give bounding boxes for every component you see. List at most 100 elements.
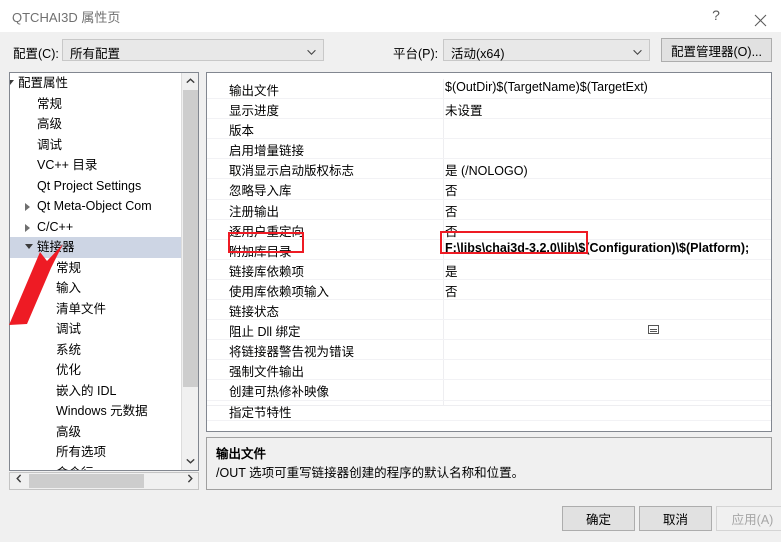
tree-horizontal-scroll-thumb[interactable] bbox=[29, 474, 144, 488]
tree-item[interactable]: 命令行 bbox=[10, 463, 198, 471]
property-name: 链接状态 bbox=[229, 305, 280, 320]
tree-item[interactable]: 优化 bbox=[10, 360, 198, 381]
tree-item-list: 配置属性 常规 高级 调试 VC++ 目录 Qt Project Settings Qt M… bbox=[10, 73, 198, 471]
tree-item[interactable]: 调试 bbox=[10, 319, 198, 340]
tree-item[interactable]: 嵌入的 IDL bbox=[10, 381, 198, 402]
tree-item[interactable]: 配置属性 bbox=[10, 73, 198, 94]
configuration-manager-button[interactable]: 配置管理器(O)... bbox=[661, 38, 772, 62]
platform-select[interactable]: 活动(x64) bbox=[443, 39, 650, 61]
property-name: 链接库依赖项 bbox=[229, 264, 305, 279]
grid-bottom-divider bbox=[207, 405, 771, 406]
configuration-bar: 配置(C): 所有配置 平台(P): 活动(x64) 配置管理器(O)... bbox=[0, 32, 781, 68]
tree-vertical-scrollbar[interactable] bbox=[181, 73, 198, 470]
tree-item-label: Qt Project Settings bbox=[37, 178, 142, 193]
tree-item-label: 链接器 bbox=[37, 240, 75, 254]
configuration-value: 所有配置 bbox=[70, 47, 121, 61]
tree-item[interactable]: 所有选项 bbox=[10, 442, 198, 463]
property-name: 取消显示启动版权标志 bbox=[229, 164, 355, 179]
tree-item-label: Windows 元数据 bbox=[56, 404, 148, 418]
tree-item-label: 常规 bbox=[37, 96, 63, 111]
description-title: 输出文件 bbox=[216, 447, 267, 461]
triangle-expanded-icon[interactable] bbox=[25, 244, 33, 249]
configuration-tree[interactable]: 配置属性 常规 高级 调试 VC++ 目录 Qt Project Settings Qt M… bbox=[9, 72, 199, 471]
description-body: /OUT 选项可重写链接器创建的程序的默认名称和位置。 bbox=[216, 466, 525, 480]
cancel-button[interactable]: 取消 bbox=[639, 506, 712, 531]
tree-item[interactable]: 清单文件 bbox=[10, 299, 198, 320]
property-value[interactable]: 否 bbox=[445, 221, 458, 240]
property-row[interactable]: 将链接器警告视为错误 bbox=[207, 340, 771, 361]
property-value[interactable]: 否 bbox=[445, 201, 458, 220]
tree-item-label: 调试 bbox=[56, 322, 82, 336]
property-row[interactable]: 阻止 Dll 绑定 bbox=[207, 320, 771, 341]
triangle-collapsed-icon[interactable] bbox=[25, 223, 30, 232]
value-dropdown-icon[interactable] bbox=[648, 325, 659, 334]
tree-item-label: 配置属性 bbox=[18, 76, 69, 90]
property-row[interactable]: 使用库依赖项输入 否 bbox=[207, 280, 771, 301]
chevron-down-icon bbox=[307, 46, 316, 55]
property-row[interactable]: 输出文件 $(OutDir)$(TargetName)$(TargetExt) bbox=[207, 79, 771, 100]
property-name: 阻止 Dll 绑定 bbox=[229, 325, 301, 340]
property-row[interactable]: 启用增量链接 bbox=[207, 139, 771, 160]
property-value[interactable]: F:\libs\chai3d-3.2.0\lib\$(Configuration… bbox=[445, 241, 749, 255]
chevron-up-icon[interactable] bbox=[182, 73, 198, 90]
property-row[interactable]: 链接状态 bbox=[207, 300, 771, 321]
tree-item-label: 清单文件 bbox=[56, 301, 107, 316]
property-value[interactable]: 未设置 bbox=[445, 100, 483, 119]
tree-item[interactable]: Windows 元数据 bbox=[10, 401, 198, 422]
property-row[interactable]: 指定节特性 bbox=[207, 401, 771, 421]
chevron-left-icon[interactable] bbox=[10, 473, 27, 489]
configuration-label: 配置(C): bbox=[13, 47, 59, 61]
configuration-select[interactable]: 所有配置 bbox=[62, 39, 324, 61]
property-row[interactable]: 显示进度 未设置 bbox=[207, 99, 771, 120]
property-row[interactable]: 注册输出 否 bbox=[207, 200, 771, 220]
tree-item-label: 输入 bbox=[56, 281, 82, 295]
property-value[interactable]: 否 bbox=[445, 180, 458, 199]
tree-item[interactable]: Qt Project Settings bbox=[10, 176, 198, 197]
tree-item[interactable]: 输入 bbox=[10, 278, 198, 299]
chevron-down-icon[interactable] bbox=[182, 453, 198, 470]
tree-item[interactable]: 链接器 bbox=[10, 237, 198, 258]
property-row-list: 输出文件 $(OutDir)$(TargetName)$(TargetExt) 显示… bbox=[207, 79, 771, 421]
property-row[interactable]: 附加库目录 F:\libs\chai3d-3.2.0\lib\$(Configur… bbox=[207, 240, 771, 260]
description-pane: 输出文件 /OUT 选项可重写链接器创建的程序的默认名称和位置。 bbox=[206, 437, 772, 490]
property-name: 输出文件 bbox=[229, 84, 280, 98]
property-name: 启用增量链接 bbox=[229, 144, 305, 159]
tree-item[interactable]: 高级 bbox=[10, 114, 198, 135]
property-value[interactable]: $(OutDir)$(TargetName)$(TargetExt) bbox=[445, 80, 648, 94]
tree-item[interactable]: Qt Meta-Object Com bbox=[10, 196, 198, 217]
title-bar: QTCHAI3D 属性页 ? bbox=[0, 0, 781, 32]
tree-item[interactable]: C/C++ bbox=[10, 217, 198, 238]
tree-item-label: 高级 bbox=[37, 117, 63, 131]
property-row[interactable]: 版本 bbox=[207, 119, 771, 140]
property-row[interactable]: 强制文件输出 bbox=[207, 360, 771, 381]
property-pages-dialog: QTCHAI3D 属性页 ? 配置(C): 所有配置 平台(P): 活动(x64… bbox=[0, 0, 781, 542]
tree-item-label: 常规 bbox=[56, 260, 82, 275]
triangle-collapsed-icon[interactable] bbox=[25, 203, 30, 211]
property-row[interactable]: 逐用户重定向 否 bbox=[207, 220, 771, 240]
property-row[interactable]: 忽略导入库 否 bbox=[207, 179, 771, 200]
tree-item[interactable]: 常规 bbox=[10, 258, 198, 279]
tree-item[interactable]: 高级 bbox=[10, 422, 198, 443]
property-row[interactable]: 创建可热修补映像 bbox=[207, 380, 771, 401]
ok-button[interactable]: 确定 bbox=[562, 506, 635, 531]
tree-item[interactable]: VC++ 目录 bbox=[10, 155, 198, 176]
property-value[interactable]: 是 (/NOLOGO) bbox=[445, 160, 528, 179]
close-icon[interactable] bbox=[738, 0, 781, 31]
property-value[interactable]: 是 bbox=[445, 261, 458, 280]
tree-item[interactable]: 系统 bbox=[10, 340, 198, 361]
window-title: QTCHAI3D 属性页 bbox=[12, 10, 121, 25]
tree-item[interactable]: 常规 bbox=[10, 94, 198, 115]
property-row[interactable]: 链接库依赖项 是 bbox=[207, 260, 771, 280]
tree-item[interactable]: 调试 bbox=[10, 135, 198, 156]
help-icon[interactable]: ? bbox=[694, 0, 738, 31]
property-value[interactable]: 否 bbox=[445, 281, 458, 300]
triangle-expanded-icon[interactable] bbox=[10, 80, 14, 85]
property-grid[interactable]: 输出文件 $(OutDir)$(TargetName)$(TargetExt) 显示… bbox=[206, 72, 772, 432]
tree-vertical-scroll-thumb[interactable] bbox=[183, 90, 198, 387]
property-name: 使用库依赖项输入 bbox=[229, 284, 330, 299]
tree-horizontal-scrollbar[interactable] bbox=[9, 472, 199, 490]
chevron-right-icon[interactable] bbox=[181, 473, 198, 489]
property-name: 显示进度 bbox=[229, 104, 280, 119]
property-row[interactable]: 取消显示启动版权标志 是 (/NOLOGO) bbox=[207, 159, 771, 180]
tree-item-label: Qt Meta-Object Com bbox=[37, 199, 152, 213]
